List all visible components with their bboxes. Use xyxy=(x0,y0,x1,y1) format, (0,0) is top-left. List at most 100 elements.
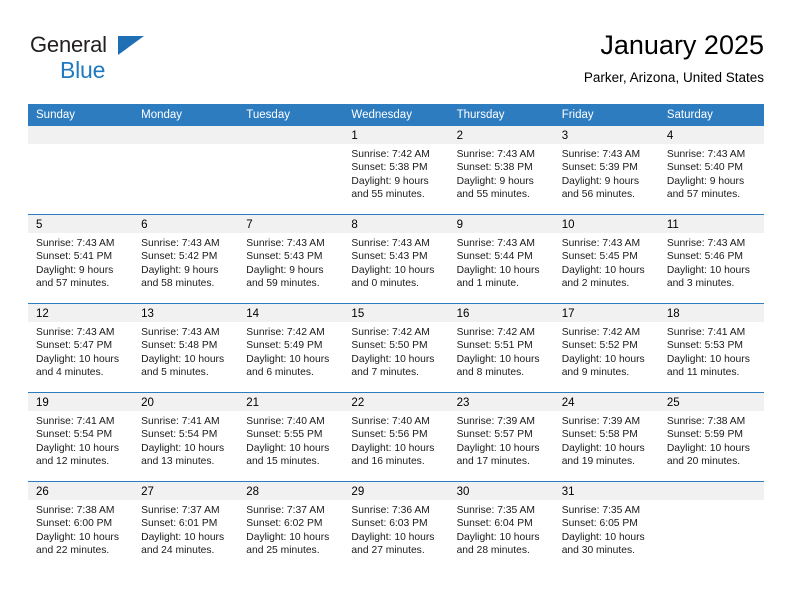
day-number-band: 14 xyxy=(238,304,344,322)
day-details: Sunrise: 7:43 AM Sunset: 5:43 PM Daylight:… xyxy=(238,233,343,291)
day-cell[interactable]: 31 Sunrise: 7:35 AM Sunset: 6:05 PM Dayligh… xyxy=(553,482,659,570)
sunrise-text: Sunrise: 7:43 AM xyxy=(456,238,535,249)
day-cell[interactable]: 14 Sunrise: 7:42 AM Sunset: 5:49 PM Dayligh… xyxy=(238,304,344,392)
day-cell[interactable]: 22 Sunrise: 7:40 AM Sunset: 5:56 PM Dayligh… xyxy=(343,393,449,481)
sunset-text: Sunset: 5:54 PM xyxy=(36,429,113,441)
daylight-text: Daylight: 10 hours xyxy=(36,442,119,454)
day-number: 30 xyxy=(456,486,470,498)
day-number: 16 xyxy=(456,308,470,320)
daylight-text: Daylight: 10 hours xyxy=(246,531,330,543)
daylight-text: Daylight: 10 hours xyxy=(351,264,435,276)
day-number-band xyxy=(238,126,344,144)
sunset-text: Sunset: 5:38 PM xyxy=(456,162,533,174)
day-cell[interactable]: 4 Sunrise: 7:43 AM Sunset: 5:40 PM Daylight… xyxy=(658,126,764,214)
sunset-text: Sunset: 5:43 PM xyxy=(351,251,428,263)
sunrise-text: Sunrise: 7:43 AM xyxy=(141,327,220,338)
day-number-band: 7 xyxy=(238,215,344,233)
daylight-text: and 7 minutes. xyxy=(351,367,419,379)
day-cell[interactable]: 25 Sunrise: 7:38 AM Sunset: 5:59 PM Dayligh… xyxy=(658,393,764,481)
day-number: 22 xyxy=(351,397,365,409)
day-cell[interactable]: 28 Sunrise: 7:37 AM Sunset: 6:02 PM Dayligh… xyxy=(238,482,344,570)
day-cell[interactable]: 16 Sunrise: 7:42 AM Sunset: 5:51 PM Dayligh… xyxy=(448,304,554,392)
day-details: Sunrise: 7:39 AM Sunset: 5:58 PM Daylight:… xyxy=(554,411,659,469)
day-details: Sunrise: 7:41 AM Sunset: 5:54 PM Daylight:… xyxy=(28,411,133,469)
sunset-text: Sunset: 5:47 PM xyxy=(36,340,113,352)
day-cell[interactable]: 17 Sunrise: 7:42 AM Sunset: 5:52 PM Dayligh… xyxy=(553,304,659,392)
daylight-text: and 17 minutes. xyxy=(456,456,530,468)
day-number: 27 xyxy=(141,486,154,498)
day-cell[interactable]: 2 Sunrise: 7:43 AM Sunset: 5:38 PM Daylight… xyxy=(448,126,554,214)
daylight-text: and 16 minutes. xyxy=(351,456,425,468)
day-cell[interactable]: 15 Sunrise: 7:42 AM Sunset: 5:50 PM Dayligh… xyxy=(343,304,449,392)
day-details: Sunrise: 7:42 AM Sunset: 5:52 PM Daylight:… xyxy=(554,322,659,380)
daylight-text: Daylight: 9 hours xyxy=(666,175,745,187)
day-cell[interactable]: 13 Sunrise: 7:43 AM Sunset: 5:48 PM Dayligh… xyxy=(133,304,239,392)
sunset-text: Sunset: 5:54 PM xyxy=(141,429,218,441)
day-number: 28 xyxy=(246,486,260,498)
day-cell[interactable]: 5 Sunrise: 7:43 AM Sunset: 5:41 PM Daylight… xyxy=(28,215,134,303)
day-number: 14 xyxy=(246,308,260,320)
sunset-text: Sunset: 5:40 PM xyxy=(666,162,743,174)
sunset-text: Sunset: 5:55 PM xyxy=(246,429,323,441)
day-number-band: 28 xyxy=(238,482,344,500)
daylight-text: and 9 minutes. xyxy=(561,367,630,379)
weekday-thursday: Thursday xyxy=(456,109,505,121)
day-details: Sunrise: 7:41 AM Sunset: 5:53 PM Daylight:… xyxy=(659,322,764,380)
day-cell[interactable]: 29 Sunrise: 7:36 AM Sunset: 6:03 PM Dayligh… xyxy=(343,482,449,570)
day-cell[interactable]: 7 Sunrise: 7:43 AM Sunset: 5:43 PM Daylight… xyxy=(238,215,344,303)
day-cell[interactable]: 6 Sunrise: 7:43 AM Sunset: 5:42 PM Daylight… xyxy=(133,215,239,303)
day-cell[interactable]: 8 Sunrise: 7:43 AM Sunset: 5:43 PM Daylight… xyxy=(343,215,449,303)
day-cell[interactable]: 18 Sunrise: 7:41 AM Sunset: 5:53 PM Dayligh… xyxy=(658,304,764,392)
day-cell[interactable]: 12 Sunrise: 7:43 AM Sunset: 5:47 PM Dayligh… xyxy=(28,304,134,392)
day-cell[interactable]: 23 Sunrise: 7:39 AM Sunset: 5:57 PM Dayligh… xyxy=(448,393,554,481)
day-number-band: 20 xyxy=(133,393,239,411)
day-cell[interactable]: 10 Sunrise: 7:43 AM Sunset: 5:45 PM Dayligh… xyxy=(553,215,659,303)
day-number: 21 xyxy=(246,397,260,409)
logo-text-general: General xyxy=(30,34,160,58)
day-details: Sunrise: 7:43 AM Sunset: 5:48 PM Daylight:… xyxy=(133,322,238,380)
sunrise-text: Sunrise: 7:36 AM xyxy=(351,505,430,516)
day-cell[interactable]: 26 Sunrise: 7:38 AM Sunset: 6:00 PM Dayligh… xyxy=(28,482,134,570)
daylight-text: Daylight: 10 hours xyxy=(351,442,435,454)
daylight-text: Daylight: 10 hours xyxy=(666,353,750,365)
day-cell[interactable]: 9 Sunrise: 7:43 AM Sunset: 5:44 PM Daylight… xyxy=(448,215,554,303)
day-number: 23 xyxy=(456,397,470,409)
daylight-text: and 15 minutes. xyxy=(246,456,320,468)
day-number-band: 10 xyxy=(553,215,659,233)
sunset-text: Sunset: 6:00 PM xyxy=(36,518,113,530)
day-cell[interactable]: 19 Sunrise: 7:41 AM Sunset: 5:54 PM Dayligh… xyxy=(28,393,134,481)
generalblue-logo[interactable]: General Blue xyxy=(30,34,160,86)
day-number: 1 xyxy=(351,130,358,142)
daylight-text: and 1 minute. xyxy=(456,278,519,290)
day-cell[interactable]: 27 Sunrise: 7:37 AM Sunset: 6:01 PM Dayligh… xyxy=(133,482,239,570)
sunrise-text: Sunrise: 7:43 AM xyxy=(561,238,641,249)
daylight-text: and 27 minutes. xyxy=(351,545,425,557)
sunrise-text: Sunrise: 7:40 AM xyxy=(246,416,325,427)
sunrise-text: Sunrise: 7:38 AM xyxy=(36,505,115,516)
day-number-band: 9 xyxy=(448,215,554,233)
day-cell[interactable]: 21 Sunrise: 7:40 AM Sunset: 5:55 PM Dayligh… xyxy=(238,393,344,481)
sunrise-text: Sunrise: 7:43 AM xyxy=(666,149,746,160)
daylight-text: and 6 minutes. xyxy=(246,367,314,379)
day-number-band: 23 xyxy=(448,393,554,411)
weekday-friday: Friday xyxy=(561,109,594,121)
calendar-page: General Blue January 2025 Parker, Arizon… xyxy=(0,0,792,612)
sunset-text: Sunset: 5:59 PM xyxy=(666,429,743,441)
sunrise-text: Sunrise: 7:43 AM xyxy=(36,327,115,338)
daylight-text: and 56 minutes. xyxy=(561,189,635,201)
sunset-text: Sunset: 5:53 PM xyxy=(666,340,743,352)
day-cell[interactable]: 30 Sunrise: 7:35 AM Sunset: 6:04 PM Dayligh… xyxy=(448,482,554,570)
day-cell[interactable]: 3 Sunrise: 7:43 AM Sunset: 5:39 PM Daylight… xyxy=(553,126,659,214)
sunrise-text: Sunrise: 7:39 AM xyxy=(561,416,641,427)
day-number-band: 13 xyxy=(133,304,239,322)
day-cell[interactable]: 11 Sunrise: 7:43 AM Sunset: 5:46 PM Dayligh… xyxy=(658,215,764,303)
day-cell[interactable]: 1 Sunrise: 7:42 AM Sunset: 5:38 PM Daylight… xyxy=(343,126,449,214)
daylight-text: Daylight: 10 hours xyxy=(246,442,330,454)
day-number-band: 22 xyxy=(343,393,449,411)
sunrise-text: Sunrise: 7:41 AM xyxy=(36,416,115,427)
day-cell[interactable]: 24 Sunrise: 7:39 AM Sunset: 5:58 PM Dayligh… xyxy=(553,393,659,481)
day-details: Sunrise: 7:42 AM Sunset: 5:50 PM Daylight:… xyxy=(343,322,448,380)
day-number: 11 xyxy=(666,219,679,231)
day-details: Sunrise: 7:43 AM Sunset: 5:46 PM Daylight:… xyxy=(659,233,764,291)
day-cell[interactable]: 20 Sunrise: 7:41 AM Sunset: 5:54 PM Dayligh… xyxy=(133,393,239,481)
